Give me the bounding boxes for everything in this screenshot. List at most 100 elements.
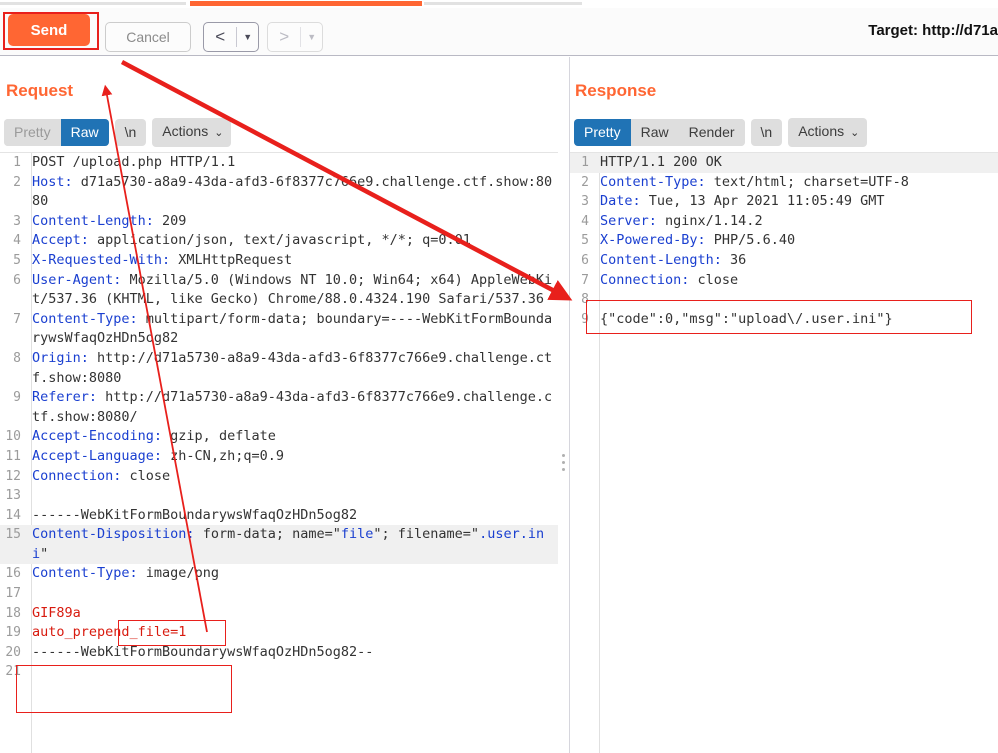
code-text[interactable]: Connection: close <box>594 271 998 291</box>
code-line[interactable]: 1 HTTP/1.1 200 OK <box>570 153 998 173</box>
line-number: 6 <box>13 272 21 288</box>
request-editor[interactable]: 1 POST /upload.php HTTP/1.1 2 Host: d71a573… <box>0 152 558 753</box>
code-line[interactable]: 6 User-Agent: Mozilla/5.0 (Windows NT 10.… <box>0 271 558 310</box>
tab-response-pretty[interactable]: Pretty <box>574 119 631 146</box>
code-line[interactable]: 2 Host: d71a5730-a8a9-43da-afd3-6f8377c76… <box>0 173 558 212</box>
code-text[interactable]: Content-Length: 209 <box>26 212 558 232</box>
code-text[interactable]: Origin: http://d71a5730-a8a9-43da-afd3-6… <box>26 349 558 388</box>
code-line[interactable]: 18 GIF89a <box>0 604 558 624</box>
code-line[interactable]: 20 ------WebKitFormBoundarywsWfaqOzHDn5og… <box>0 643 558 663</box>
code-text[interactable]: auto_prepend_file=1 <box>26 623 558 643</box>
code-line[interactable]: 3 Content-Length: 209 <box>0 212 558 232</box>
code-line[interactable]: 5 X-Powered-By: PHP/5.6.40 <box>570 231 998 251</box>
response-tab-row: Pretty Raw Render \n Actions ⌄ <box>574 118 868 147</box>
code-text[interactable]: Server: nginx/1.14.2 <box>594 212 998 232</box>
code-text[interactable]: Connection: close <box>26 467 558 487</box>
code-text[interactable]: GIF89a <box>26 604 558 624</box>
code-text[interactable]: User-Agent: Mozilla/5.0 (Windows NT 10.0… <box>26 271 558 310</box>
code-line[interactable]: 9 {"code":0,"msg":"upload\/.user.ini"} <box>570 310 998 330</box>
code-text[interactable]: Date: Tue, 13 Apr 2021 11:05:49 GMT <box>594 192 998 212</box>
line-number: 14 <box>5 507 21 523</box>
code-line[interactable]: 10 Accept-Encoding: gzip, deflate <box>0 427 558 447</box>
code-line[interactable]: 17 <box>0 584 558 604</box>
splitter-grip-icon[interactable] <box>562 454 566 471</box>
tab-request-raw[interactable]: Raw <box>60 119 109 146</box>
code-line[interactable]: 3 Date: Tue, 13 Apr 2021 11:05:49 GMT <box>570 192 998 212</box>
code-line[interactable]: 7 Connection: close <box>570 271 998 291</box>
tab-response-render[interactable]: Render <box>678 119 745 146</box>
code-line[interactable]: 7 Content-Type: multipart/form-data; boun… <box>0 310 558 349</box>
request-panel: Request Pretty Raw \n Actions ⌄ 1 POST /up… <box>0 57 558 753</box>
tab-request-pretty[interactable]: Pretty <box>4 119 61 146</box>
code-line[interactable]: 11 Accept-Language: zh-CN,zh;q=0.9 <box>0 447 558 467</box>
chevron-down-icon[interactable]: ▼ <box>301 32 322 42</box>
code-text[interactable]: Content-Type: multipart/form-data; bound… <box>26 310 558 349</box>
send-button[interactable]: Send <box>8 14 90 46</box>
code-text[interactable]: {"code":0,"msg":"upload\/.user.ini"} <box>594 310 998 330</box>
code-line[interactable]: 21 <box>0 662 558 682</box>
code-line[interactable]: 8 <box>570 290 998 310</box>
code-text[interactable]: Host: d71a5730-a8a9-43da-afd3-6f8377c766… <box>26 173 558 212</box>
line-number: 21 <box>5 664 21 680</box>
window-tab-strip[interactable] <box>0 0 998 8</box>
code-text[interactable]: ------WebKitFormBoundarywsWfaqOzHDn5og82… <box>26 643 558 663</box>
cancel-button[interactable]: Cancel <box>105 22 191 52</box>
code-text[interactable] <box>26 662 558 682</box>
code-line[interactable]: 13 <box>0 486 558 506</box>
code-text[interactable]: Content-Type: text/html; charset=UTF-8 <box>594 173 998 193</box>
code-line[interactable]: 2 Content-Type: text/html; charset=UTF-8 <box>570 173 998 193</box>
code-line[interactable]: 4 Server: nginx/1.14.2 <box>570 212 998 232</box>
code-text[interactable]: Content-Length: 36 <box>594 251 998 271</box>
forward-nav-button[interactable]: > ▼ <box>267 22 323 52</box>
code-line[interactable]: 9 Referer: http://d71a5730-a8a9-43da-afd3… <box>0 388 558 427</box>
back-nav-button[interactable]: < ▼ <box>203 22 259 52</box>
code-line[interactable]: 8 Origin: http://d71a5730-a8a9-43da-afd3-… <box>0 349 558 388</box>
code-text[interactable]: POST /upload.php HTTP/1.1 <box>26 153 558 173</box>
response-panel-title: Response <box>575 81 657 100</box>
request-actions-button[interactable]: Actions ⌄ <box>152 118 232 147</box>
code-line[interactable]: 4 Accept: application/json, text/javascri… <box>0 231 558 251</box>
code-line[interactable]: 15 Content-Disposition: form-data; name="… <box>0 525 558 565</box>
code-text[interactable]: HTTP/1.1 200 OK <box>594 153 998 173</box>
code-text[interactable]: Content-Disposition: form-data; name="fi… <box>26 525 558 564</box>
line-number: 9 <box>13 390 21 406</box>
line-number: 9 <box>581 311 589 327</box>
code-line[interactable]: 19 auto_prepend_file=1 <box>0 623 558 643</box>
code-text[interactable] <box>26 584 558 604</box>
code-line[interactable]: 5 X-Requested-With: XMLHttpRequest <box>0 251 558 271</box>
tab-request-newline[interactable]: \n <box>114 119 147 146</box>
chevron-down-icon[interactable]: ▼ <box>237 32 258 42</box>
line-number: 2 <box>13 174 21 190</box>
response-actions-button[interactable]: Actions ⌄ <box>788 118 868 147</box>
code-text[interactable] <box>26 486 558 506</box>
code-text[interactable]: Accept-Encoding: gzip, deflate <box>26 427 558 447</box>
tab-response-raw[interactable]: Raw <box>630 119 679 146</box>
line-number: 8 <box>13 350 21 366</box>
line-number: 4 <box>581 213 589 229</box>
line-number: 4 <box>13 233 21 249</box>
code-line[interactable]: 6 Content-Length: 36 <box>570 251 998 271</box>
line-number: 3 <box>581 194 589 210</box>
tab-strip-segment-left[interactable] <box>0 2 186 5</box>
response-editor[interactable]: 1 HTTP/1.1 200 OK 2 Content-Type: text/html… <box>570 152 998 753</box>
chevron-down-icon: ⌄ <box>214 127 224 139</box>
code-text[interactable]: X-Requested-With: XMLHttpRequest <box>26 251 558 271</box>
code-line[interactable]: 12 Connection: close <box>0 467 558 487</box>
panel-splitter[interactable] <box>558 57 570 753</box>
code-text[interactable]: X-Powered-By: PHP/5.6.40 <box>594 231 998 251</box>
code-line[interactable]: 14 ------WebKitFormBoundarywsWfaqOzHDn5og… <box>0 506 558 526</box>
tab-strip-segment-right[interactable] <box>424 2 582 5</box>
code-text[interactable]: Accept-Language: zh-CN,zh;q=0.9 <box>26 447 558 467</box>
code-text[interactable]: Content-Type: image/png <box>26 564 558 584</box>
code-line[interactable]: 1 POST /upload.php HTTP/1.1 <box>0 153 558 173</box>
code-text[interactable]: Referer: http://d71a5730-a8a9-43da-afd3-… <box>26 388 558 427</box>
tab-response-newline[interactable]: \n <box>750 119 783 146</box>
code-text[interactable] <box>594 290 998 310</box>
line-number: 1 <box>581 155 589 170</box>
code-line[interactable]: 16 Content-Type: image/png <box>0 564 558 584</box>
line-number: 7 <box>13 311 21 327</box>
code-text[interactable]: Accept: application/json, text/javascrip… <box>26 231 558 251</box>
code-text[interactable]: ------WebKitFormBoundarywsWfaqOzHDn5og82 <box>26 506 558 526</box>
request-view-tabs: Pretty Raw <box>4 119 109 146</box>
tab-strip-active-indicator[interactable] <box>190 1 422 6</box>
